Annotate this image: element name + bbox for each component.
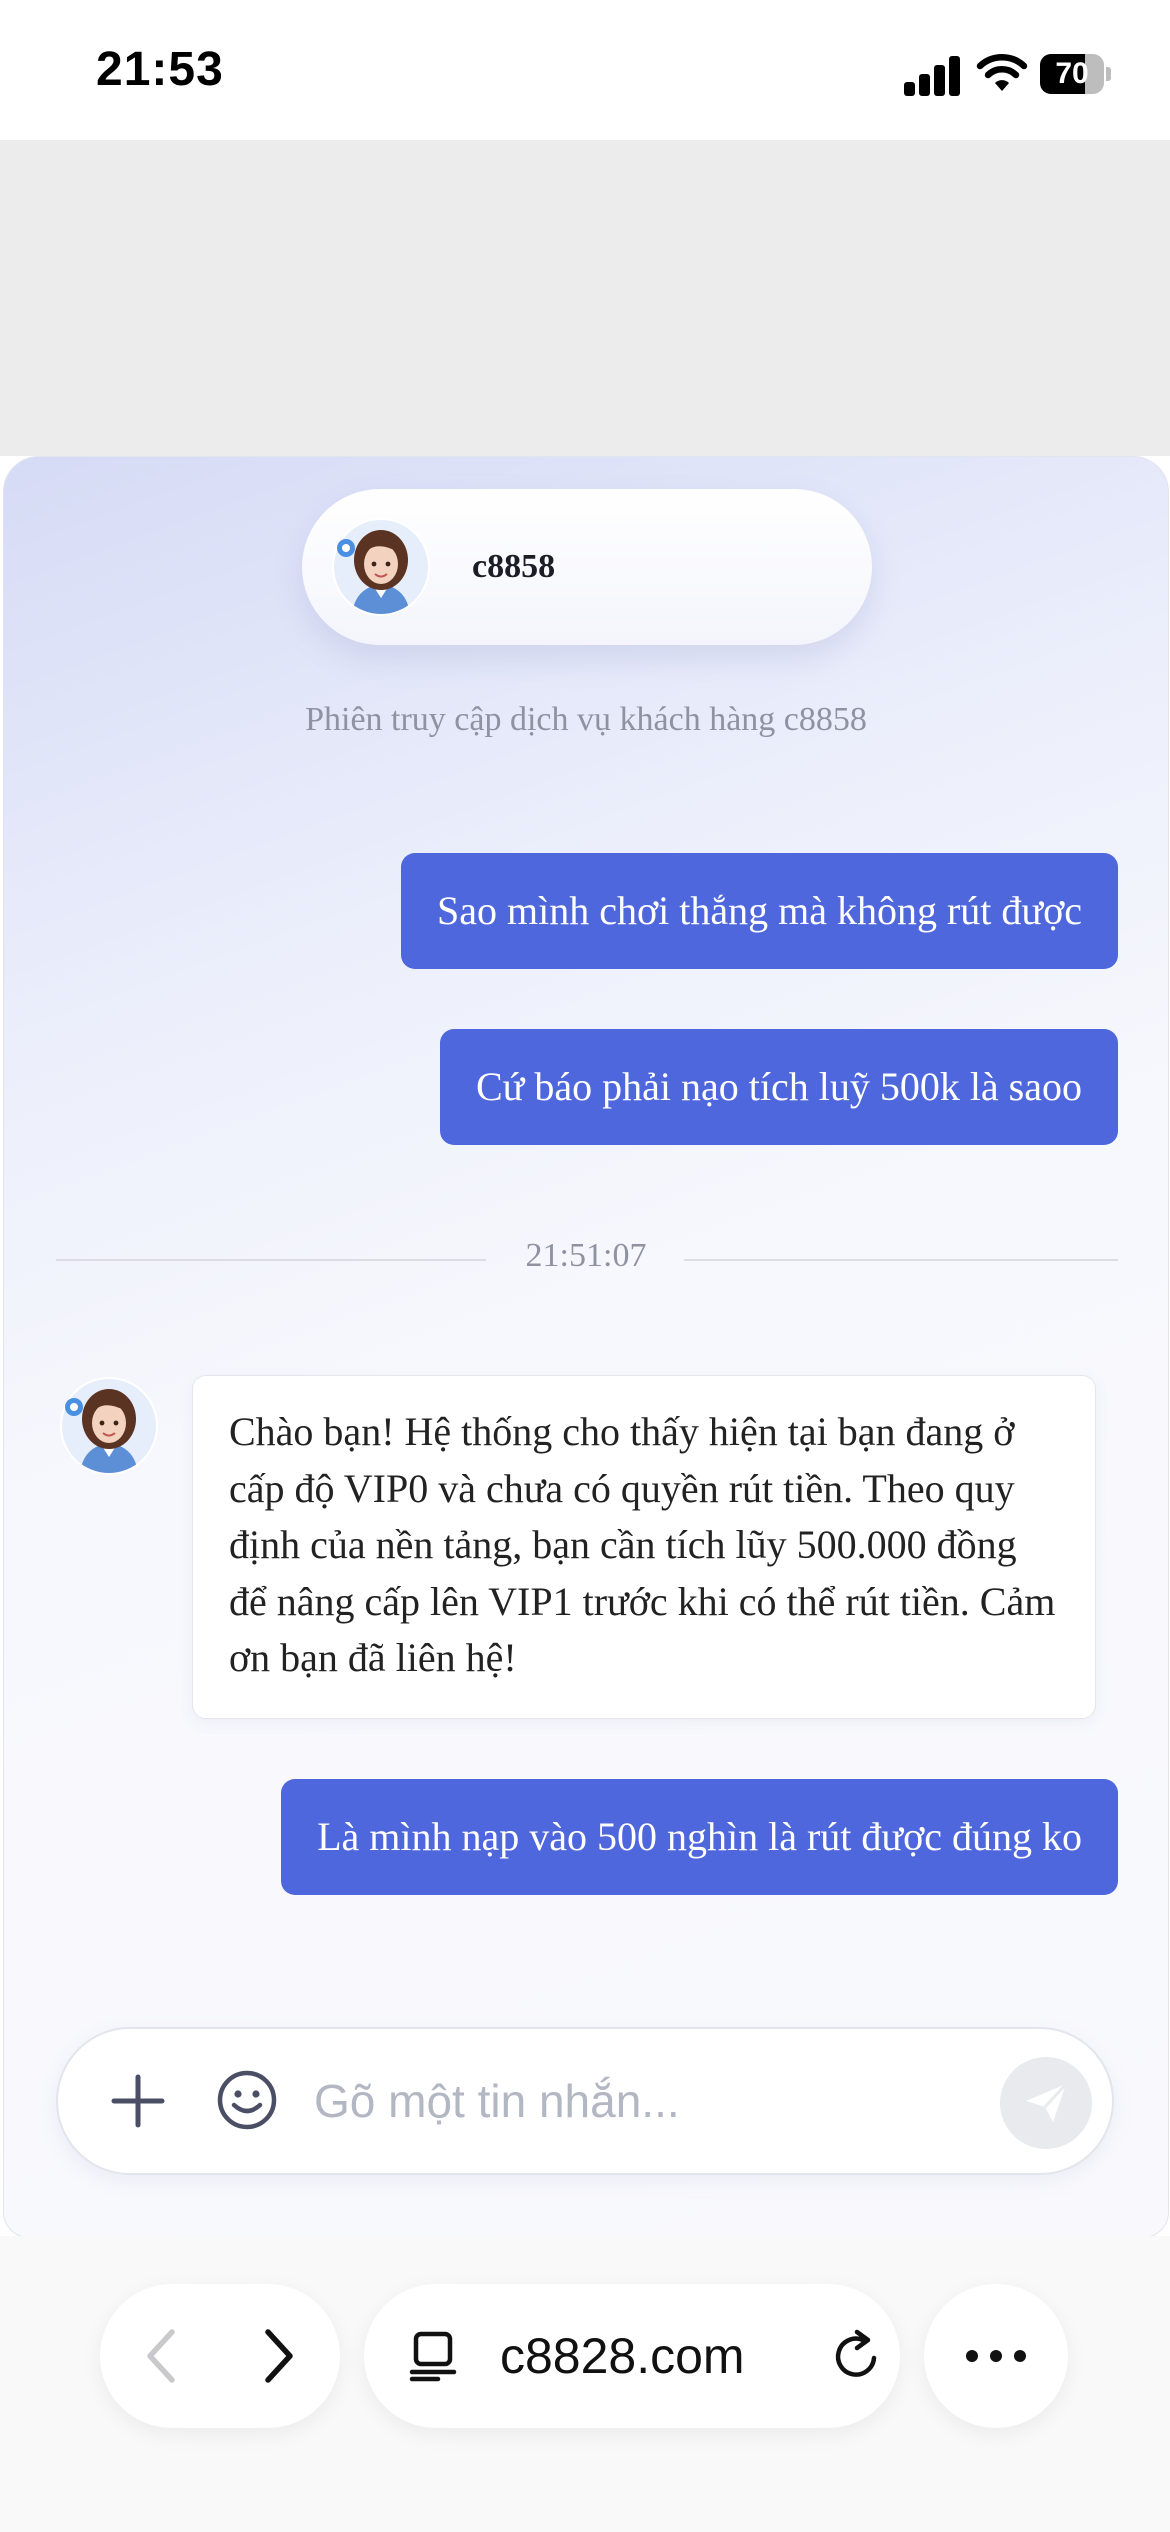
agent-avatar [332,518,430,616]
url-text: c8828.com [500,2328,745,2384]
address-bar[interactable]: c8828.com [364,2284,900,2428]
signal-icon [904,52,962,96]
agent-message: Chào bạn! Hệ thống cho thấy hiện tại bạn… [192,1375,1096,1719]
forward-icon[interactable] [246,2322,310,2390]
user-message: Sao mình chơi thắng mà không rút được [401,853,1118,969]
message-input[interactable] [314,2065,1014,2137]
agent-name: c8858 [472,548,556,585]
wifi-icon [976,54,1028,91]
divider-line [684,1259,1118,1261]
status-time: 21:53 [96,43,224,96]
send-button[interactable] [1000,2057,1092,2149]
plus-icon[interactable] [110,2073,166,2129]
status-bar: 21:53 70 [0,0,1170,140]
send-icon [1026,2082,1068,2122]
page-icon[interactable] [408,2330,460,2382]
reload-icon[interactable] [830,2328,884,2384]
navigation-buttons [100,2284,340,2428]
page-backdrop [0,140,1170,456]
message-composer [56,2027,1114,2175]
agent-avatar [60,1377,158,1475]
browser-toolbar: c8828.com [0,2236,1170,2532]
agent-header[interactable]: c8858 [302,489,872,645]
user-message: Là mình nạp vào 500 nghìn là rút được đú… [281,1779,1118,1895]
more-button[interactable] [924,2284,1068,2428]
back-icon[interactable] [130,2322,194,2390]
divider-line [56,1259,486,1261]
battery-level: 70 [1055,57,1089,90]
chat-panel: c8858 Phiên truy cập dịch vụ khách hàng … [3,456,1169,2238]
emoji-icon[interactable] [216,2069,278,2131]
user-message: Cứ báo phải nạo tích luỹ 500k là saoo [439,1029,1118,1145]
more-icon [966,2350,1026,2362]
message-timestamp: 21:51:07 [525,1237,647,1274]
session-note: Phiên truy cập dịch vụ khách hàng c8858 [305,701,867,738]
battery-icon: 70 [1040,54,1112,94]
